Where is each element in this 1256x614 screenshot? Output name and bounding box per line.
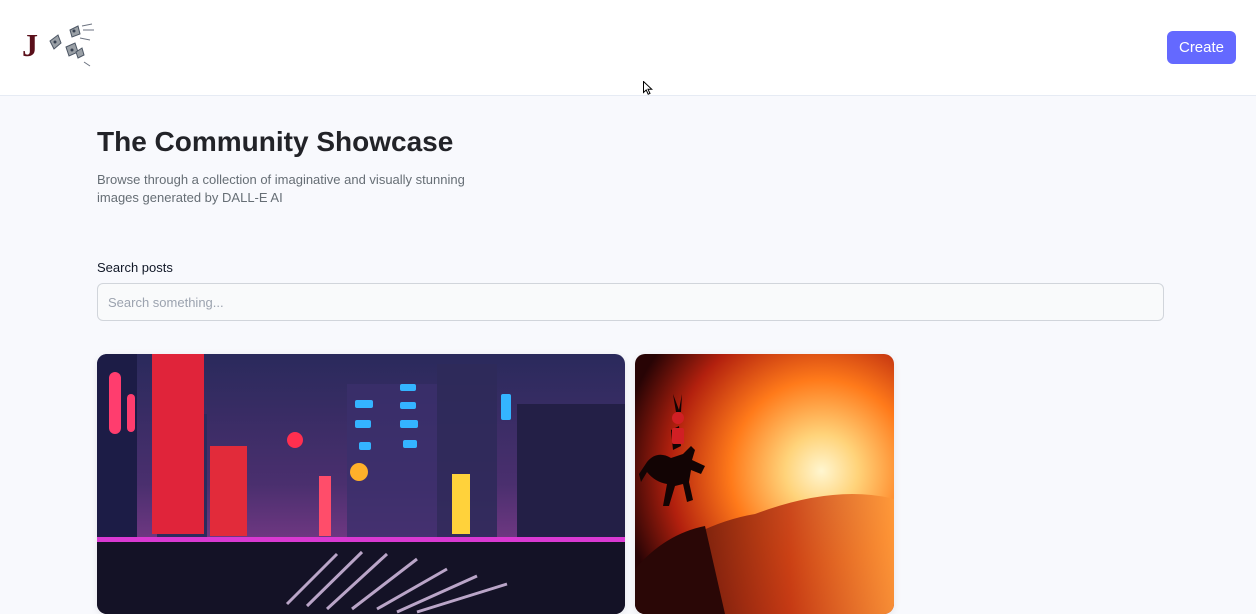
post-card[interactable] [635, 354, 894, 614]
post-card[interactable] [97, 354, 625, 614]
logo-letter: J [22, 27, 38, 63]
post-image [635, 354, 894, 614]
page-title: The Community Showcase [97, 126, 454, 157]
create-button[interactable]: Create [1167, 31, 1236, 64]
post-image [97, 354, 625, 614]
mouse-cursor-icon [643, 81, 653, 95]
search-label: Search posts [97, 260, 173, 275]
page-subtitle: Browse through a collection of imaginati… [97, 172, 465, 205]
search-input[interactable] [97, 283, 1164, 321]
logo[interactable]: J [20, 20, 100, 70]
app-header: J Create [0, 0, 1256, 96]
logo-icon: J [22, 23, 94, 67]
